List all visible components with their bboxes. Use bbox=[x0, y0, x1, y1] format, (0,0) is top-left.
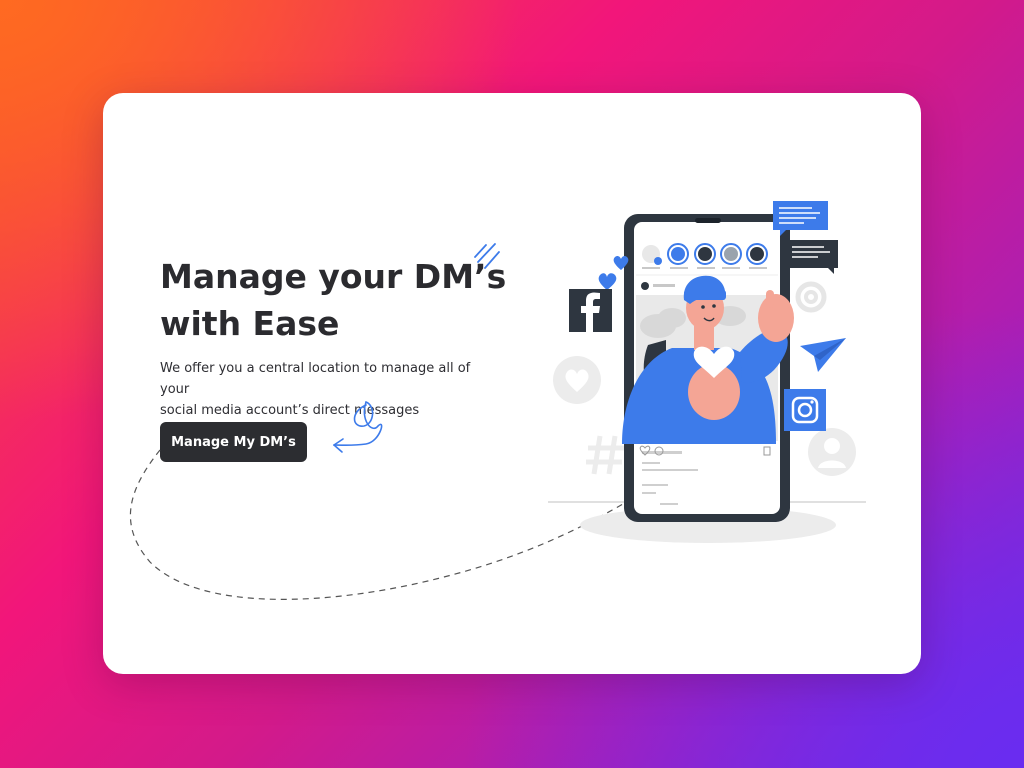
sparkle-doodle bbox=[474, 243, 500, 269]
curly-arrow-doodle bbox=[333, 400, 383, 453]
at-sign-icon bbox=[795, 281, 827, 313]
heart-circle-icon bbox=[553, 356, 601, 404]
illustration-overlay bbox=[129, 201, 866, 600]
user-avatar-icon bbox=[808, 428, 856, 476]
social-media-illustration bbox=[548, 201, 866, 543]
hashtag-icon bbox=[586, 435, 624, 475]
chat-bubble-icon bbox=[773, 201, 828, 236]
paper-plane-icon bbox=[800, 338, 846, 372]
facebook-icon bbox=[569, 289, 612, 332]
instagram-icon bbox=[784, 389, 826, 431]
chat-bubble-dark-icon bbox=[786, 240, 838, 274]
